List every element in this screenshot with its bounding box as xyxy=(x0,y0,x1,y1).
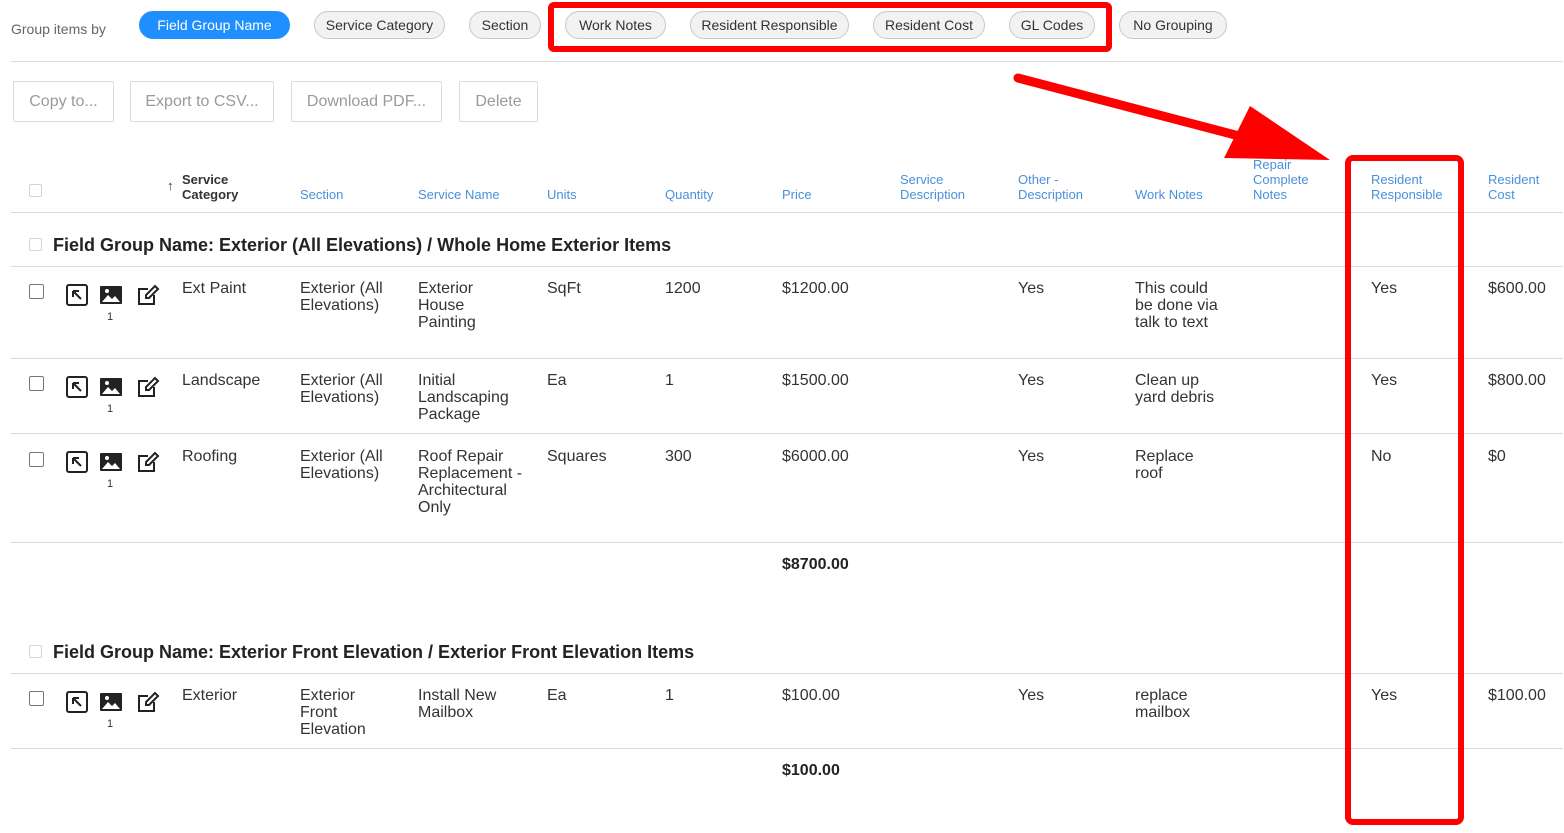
edit-icon[interactable] xyxy=(136,450,160,474)
cell-section: Exterior (All Elevations) xyxy=(300,448,383,482)
cell-price: $100.00 xyxy=(782,687,840,704)
sort-asc-icon[interactable]: ↑ xyxy=(167,178,174,193)
group-option-no-grouping[interactable]: No Grouping xyxy=(1119,11,1227,39)
expand-icon[interactable] xyxy=(65,690,89,714)
cell-service-name: Exterior House Painting xyxy=(418,280,476,331)
cell-units: Ea xyxy=(547,372,567,389)
cell-quantity: 300 xyxy=(665,448,692,465)
col-service-description[interactable]: Service Description xyxy=(900,172,980,202)
photo-icon[interactable] xyxy=(99,283,123,307)
row-divider xyxy=(11,748,1563,749)
cell-service-category: Ext Paint xyxy=(182,280,247,297)
row-divider xyxy=(11,542,1563,543)
cell-units: SqFt xyxy=(547,280,581,297)
cell-work-notes: replace mailbox xyxy=(1135,687,1191,721)
highlight-box-group-options xyxy=(548,2,1112,52)
cell-section: Exterior (All Elevations) xyxy=(300,372,383,406)
download-pdf-button[interactable]: Download PDF... xyxy=(291,81,442,122)
group-total: $100.00 xyxy=(782,762,840,779)
photo-count: 1 xyxy=(107,718,114,730)
annotation-arrow-icon xyxy=(1013,73,1330,160)
col-work-notes[interactable]: Work Notes xyxy=(1135,187,1203,202)
photo-icon[interactable] xyxy=(99,690,123,714)
cell-service-category: Roofing xyxy=(182,448,238,465)
group-total: $8700.00 xyxy=(782,556,849,573)
group-option-service-category[interactable]: Service Category xyxy=(314,11,445,39)
edit-icon[interactable] xyxy=(136,375,160,399)
group-title: Field Group Name: Exterior (All Elevatio… xyxy=(53,235,672,255)
group-option-section[interactable]: Section xyxy=(469,11,541,39)
row-checkbox[interactable] xyxy=(29,691,44,706)
select-all-checkbox[interactable] xyxy=(29,184,42,197)
cell-other-description: Yes xyxy=(1018,448,1045,465)
col-service-name[interactable]: Service Name xyxy=(418,187,500,202)
row-divider xyxy=(11,358,1563,359)
cell-quantity: 1 xyxy=(665,372,674,389)
row-divider xyxy=(11,673,1563,674)
delete-button[interactable]: Delete xyxy=(459,81,538,122)
expand-icon[interactable] xyxy=(65,450,89,474)
cell-resident-cost: $100.00 xyxy=(1488,687,1546,704)
photo-count: 1 xyxy=(107,403,114,415)
cell-units: Ea xyxy=(547,687,567,704)
cell-other-description: Yes xyxy=(1018,687,1045,704)
cell-section: Exterior (All Elevations) xyxy=(300,280,383,314)
cell-price: $1500.00 xyxy=(782,372,849,389)
export-csv-button[interactable]: Export to CSV... xyxy=(130,81,274,122)
highlight-box-resident-responsible-column xyxy=(1345,155,1464,825)
group-checkbox[interactable] xyxy=(29,238,42,251)
copy-to-button[interactable]: Copy to... xyxy=(13,81,114,122)
cell-quantity: 1 xyxy=(665,687,674,704)
cell-other-description: Yes xyxy=(1018,372,1045,389)
cell-work-notes: Replace roof xyxy=(1135,448,1194,482)
expand-icon[interactable] xyxy=(65,283,89,307)
cell-units: Squares xyxy=(547,448,607,465)
cell-service-name: Roof Repair Replacement - Architectural … xyxy=(418,448,523,516)
col-other-description[interactable]: Other - Description xyxy=(1018,172,1098,202)
group-by-label: Group items by xyxy=(11,21,106,37)
photo-count: 1 xyxy=(107,311,114,323)
photo-count: 1 xyxy=(107,478,114,490)
cell-service-name: Initial Landscaping Package xyxy=(418,372,509,423)
cell-service-category: Landscape xyxy=(182,372,261,389)
group-checkbox[interactable] xyxy=(29,645,42,658)
row-checkbox[interactable] xyxy=(29,284,44,299)
edit-icon[interactable] xyxy=(136,690,160,714)
col-section[interactable]: Section xyxy=(300,187,343,202)
cell-price: $6000.00 xyxy=(782,448,849,465)
row-divider xyxy=(11,433,1563,434)
cell-service-name: Install New Mailbox xyxy=(418,687,497,721)
cell-resident-cost: $600.00 xyxy=(1488,280,1546,297)
cell-service-category: Exterior xyxy=(182,687,238,704)
row-checkbox[interactable] xyxy=(29,376,44,391)
cell-work-notes: This could be done via talk to text xyxy=(1135,280,1218,331)
row-divider xyxy=(11,266,1563,267)
group-title: Field Group Name: Exterior Front Elevati… xyxy=(53,642,695,662)
col-quantity[interactable]: Quantity xyxy=(665,187,713,202)
cell-section: Exterior Front Elevation xyxy=(300,687,366,738)
header-divider xyxy=(11,212,1563,213)
photo-icon[interactable] xyxy=(99,375,123,399)
photo-icon[interactable] xyxy=(99,450,123,474)
cell-resident-cost: $800.00 xyxy=(1488,372,1546,389)
group-option-field-group-name[interactable]: Field Group Name xyxy=(139,11,290,39)
cell-quantity: 1200 xyxy=(665,280,701,297)
col-price[interactable]: Price xyxy=(782,187,812,202)
col-service-category[interactable]: Service Category xyxy=(182,172,262,202)
edit-icon[interactable] xyxy=(136,283,160,307)
col-resident-cost[interactable]: Resident Cost xyxy=(1488,172,1548,202)
row-checkbox[interactable] xyxy=(29,452,44,467)
cell-other-description: Yes xyxy=(1018,280,1045,297)
expand-icon[interactable] xyxy=(65,375,89,399)
cell-work-notes: Clean up yard debris xyxy=(1135,372,1215,406)
cell-price: $1200.00 xyxy=(782,280,849,297)
col-units[interactable]: Units xyxy=(547,187,577,202)
cell-resident-cost: $0 xyxy=(1488,448,1506,465)
